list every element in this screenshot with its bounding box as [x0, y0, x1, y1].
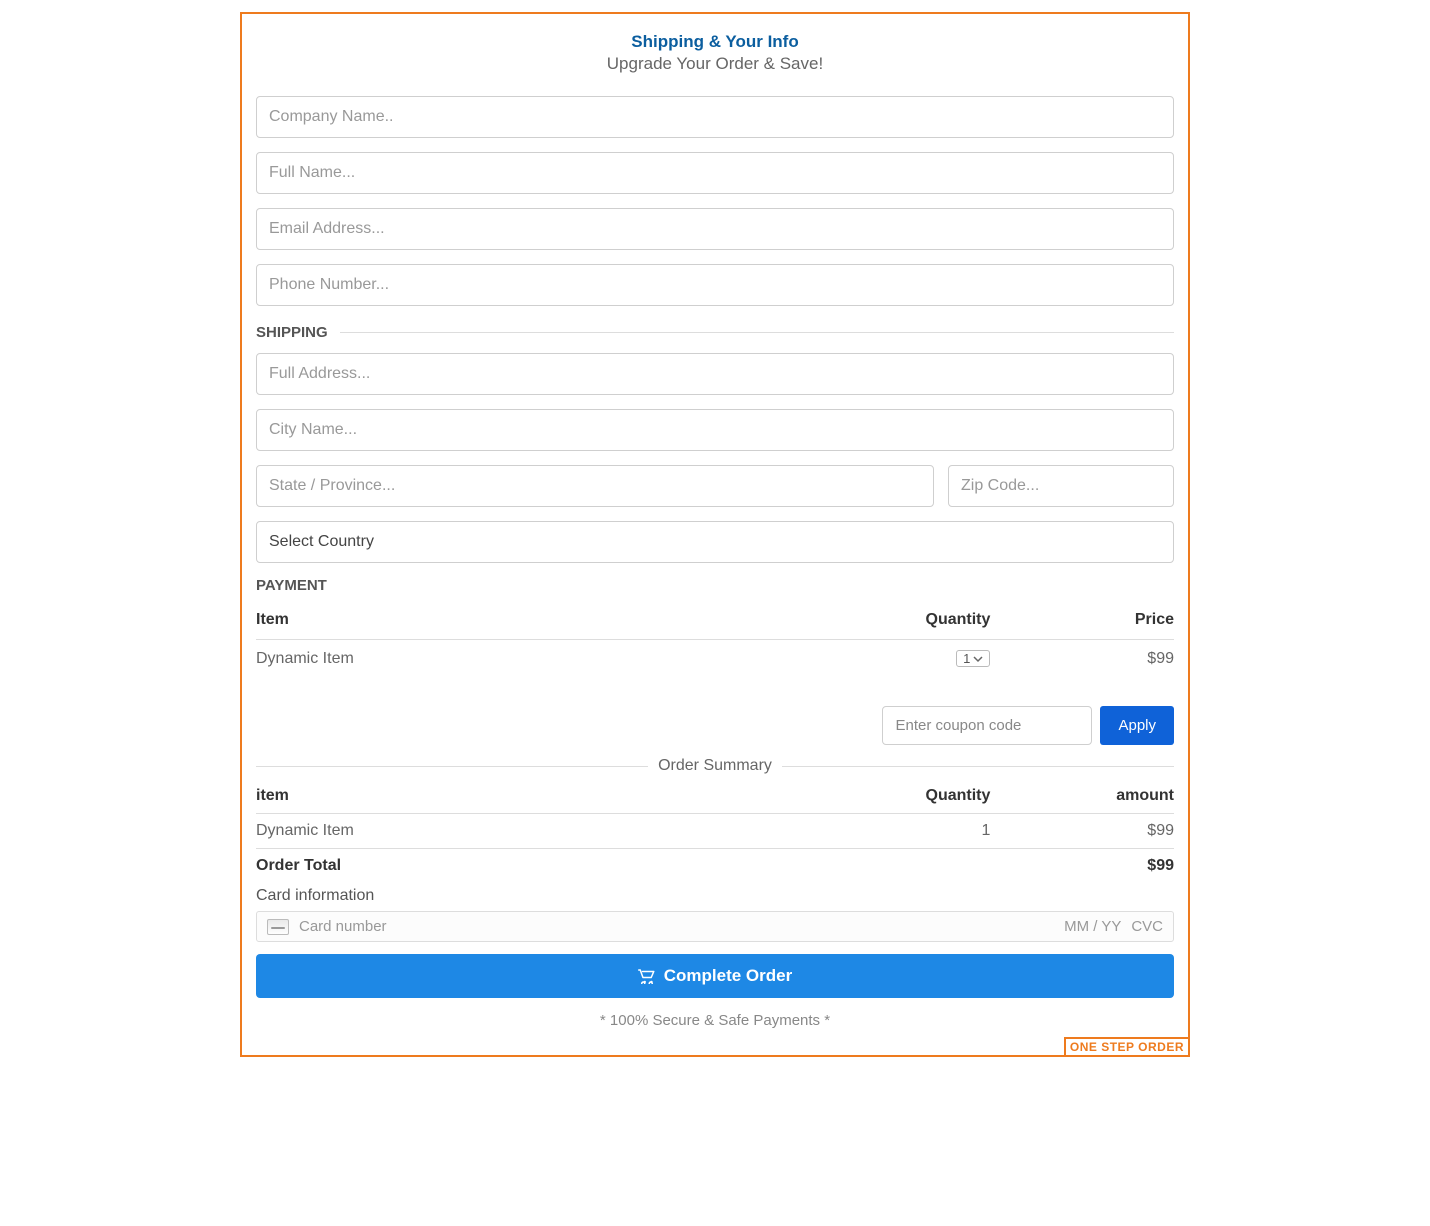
card-exp-placeholder: MM / YY: [1064, 918, 1121, 935]
card-number-placeholder: Card number: [299, 918, 1054, 935]
summary-title: Order Summary: [658, 757, 772, 775]
country-placeholder: Select Country: [269, 533, 374, 550]
company-name-input[interactable]: [256, 96, 1174, 138]
order-total-label: Order Total: [256, 849, 807, 884]
header-subtitle: Upgrade Your Order & Save!: [256, 54, 1174, 74]
summary-divider: Order Summary: [256, 757, 1174, 775]
summary-item-qty: 1: [807, 814, 991, 849]
item-price: $99: [990, 640, 1174, 679]
summary-header-row: item Quantity amount: [256, 779, 1174, 814]
shipping-section-header: SHIPPING: [256, 324, 1174, 341]
complete-order-button[interactable]: Complete Order: [256, 954, 1174, 998]
order-total-amount: $99: [990, 849, 1174, 884]
city-input[interactable]: [256, 409, 1174, 451]
address-input[interactable]: [256, 353, 1174, 395]
card-cvc-placeholder: CVC: [1131, 918, 1163, 935]
full-name-input[interactable]: [256, 152, 1174, 194]
summary-col-quantity: Quantity: [807, 779, 991, 814]
card-info-label: Card information: [256, 887, 1174, 905]
complete-order-label: Complete Order: [664, 966, 792, 986]
summary-col-amount: amount: [990, 779, 1174, 814]
payment-section-header: PAYMENT: [256, 577, 1174, 595]
credit-card-icon: [267, 919, 289, 935]
card-right-placeholders: MM / YY CVC: [1064, 918, 1163, 935]
divider-line: [340, 332, 1174, 333]
state-input[interactable]: [256, 465, 934, 507]
table-header-row: Item Quantity Price: [256, 601, 1174, 640]
phone-input[interactable]: [256, 264, 1174, 306]
summary-total-row: Order Total $99: [256, 849, 1174, 884]
col-item-header: Item: [256, 601, 807, 640]
apply-coupon-button[interactable]: Apply: [1100, 706, 1174, 745]
quantity-select[interactable]: 1: [956, 650, 990, 667]
country-select[interactable]: Select Country: [256, 521, 1174, 563]
divider-line: [782, 766, 1174, 767]
one-step-order-badge: ONE STEP ORDER: [1064, 1037, 1190, 1057]
chevron-down-icon: [973, 654, 983, 664]
col-price-header: Price: [990, 601, 1174, 640]
checkout-form: Shipping & Your Info Upgrade Your Order …: [240, 12, 1190, 1057]
summary-item-name: Dynamic Item: [256, 814, 807, 849]
col-quantity-header: Quantity: [807, 601, 991, 640]
shipping-label: SHIPPING: [256, 324, 328, 341]
coupon-input[interactable]: [882, 706, 1092, 745]
payment-label: PAYMENT: [256, 577, 327, 594]
form-header: Shipping & Your Info Upgrade Your Order …: [256, 32, 1174, 74]
card-input[interactable]: Card number MM / YY CVC: [256, 911, 1174, 942]
summary-row: Dynamic Item 1 $99: [256, 814, 1174, 849]
cart-icon: [638, 968, 656, 984]
item-name: Dynamic Item: [256, 640, 807, 679]
quantity-value: 1: [963, 651, 970, 666]
secure-payments-text: * 100% Secure & Safe Payments *: [256, 1012, 1174, 1029]
header-title: Shipping & Your Info: [256, 32, 1174, 52]
summary-item-amount: $99: [990, 814, 1174, 849]
payment-items-table: Item Quantity Price Dynamic Item 1 $99: [256, 601, 1174, 678]
order-summary-table: item Quantity amount Dynamic Item 1 $99 …: [256, 779, 1174, 883]
table-row: Dynamic Item 1 $99: [256, 640, 1174, 679]
email-input[interactable]: [256, 208, 1174, 250]
zip-input[interactable]: [948, 465, 1174, 507]
divider-line: [256, 766, 648, 767]
coupon-row: Apply: [256, 706, 1174, 745]
summary-col-item: item: [256, 779, 807, 814]
